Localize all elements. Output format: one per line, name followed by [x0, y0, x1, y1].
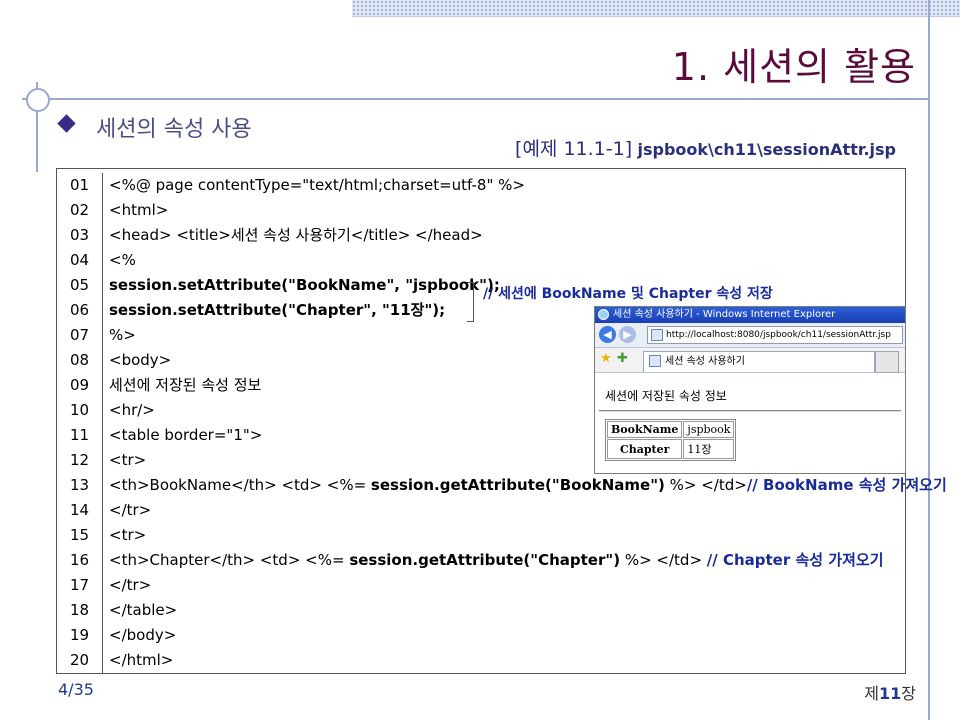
code-line-01: <%@ page contentType="text/html;charset=…: [109, 176, 525, 194]
line-number: 01: [69, 176, 90, 194]
line-number: 06: [69, 301, 90, 319]
line-number: 14: [69, 501, 90, 519]
line-number: 10: [69, 401, 90, 419]
bracket-marker: [467, 282, 474, 322]
line-number: 19: [69, 626, 90, 644]
line-number: 15: [69, 526, 90, 544]
code-line-02: <html>: [109, 201, 169, 219]
brace-comment: // 세션에 BookName 및 Chapter 속성 저장: [483, 286, 773, 302]
ie-logo-icon: [598, 309, 609, 320]
code-comment: // Chapter 속성 가져오기: [706, 551, 884, 569]
line-number: 12: [69, 451, 90, 469]
browser-content: 세션에 저장된 속성 정보 BookName jspbook Chapter 1…: [595, 373, 905, 473]
example-number: [예제 11.1-1]: [515, 138, 633, 160]
code-getattribute: session.getAttribute("BookName"): [370, 476, 665, 494]
decorative-top-band: [352, 0, 960, 17]
code-line-03: <head> <title>세션 속성 사용하기</title> </head>: [109, 226, 483, 244]
slide-title: 1. 세션의 활용: [671, 45, 916, 89]
code-text: %> </td>: [664, 476, 747, 494]
line-number: 08: [69, 351, 90, 369]
code-line-16: <th>Chapter</th> <td> <%= session.getAtt…: [109, 548, 947, 573]
code-text: <th>BookName</th> <td> <%=: [109, 476, 371, 494]
address-url: http://localhost:8080/jspbook/ch11/sessi…: [666, 330, 891, 340]
browser-address-bar: ◀ ▶ http://localhost:8080/jspbook/ch11/s…: [595, 323, 905, 348]
browser-tab[interactable]: 세션 속성 사용하기: [643, 351, 875, 372]
line-number: 13: [69, 476, 90, 494]
new-tab-button[interactable]: [875, 351, 899, 373]
browser-window-title: 세션 속성 사용하기 - Windows Internet Explorer: [613, 309, 836, 320]
example-file-path: jspbook\ch11\sessionAttr.jsp: [637, 140, 896, 159]
code-line-20: </html>: [109, 651, 174, 669]
forward-arrow-icon[interactable]: ▶: [619, 326, 636, 343]
page-icon: [649, 355, 661, 367]
back-arrow-icon[interactable]: ◀: [599, 326, 616, 343]
table-row: BookName jspbook: [607, 421, 735, 438]
decorative-circle: [26, 88, 50, 112]
chapter-number: 11: [879, 684, 902, 703]
code-line-04: <%: [109, 251, 136, 269]
code-line-13: <th>BookName</th> <td> <%= session.getAt…: [109, 473, 947, 498]
code-text: %> </td>: [620, 551, 707, 569]
horizontal-rule: [599, 410, 901, 412]
line-number: 04: [69, 251, 90, 269]
code-comment: // BookName 속성 가져오기: [746, 476, 947, 494]
attribute-table: BookName jspbook Chapter 11장: [605, 419, 737, 461]
page-heading: 세션에 저장된 속성 정보: [605, 389, 727, 403]
line-number: 18: [69, 601, 90, 619]
decorative-horizontal-line: [22, 98, 928, 100]
table-header-cell: Chapter: [607, 439, 683, 459]
chapter-prefix: 제: [864, 684, 879, 703]
table-row: Chapter 11장: [607, 439, 735, 459]
code-line-15: <tr>: [109, 526, 147, 544]
code-text: <th>Chapter</th> <td> <%=: [109, 551, 350, 569]
example-caption: [예제 11.1-1] jspbook\ch11\sessionAttr.jsp: [515, 134, 896, 161]
address-input[interactable]: http://localhost:8080/jspbook/ch11/sessi…: [647, 326, 903, 344]
browser-title-bar: 세션 속성 사용하기 - Windows Internet Explorer: [595, 307, 905, 323]
chapter-label: 제11장: [864, 680, 916, 704]
line-number: 09: [69, 376, 90, 394]
code-line-18: </table>: [109, 601, 178, 619]
line-number: 16: [69, 551, 90, 569]
table-cell: 11장: [683, 439, 735, 459]
code-line-19: </body>: [109, 626, 177, 644]
line-number: 03: [69, 226, 90, 244]
line-number: 05: [69, 276, 90, 294]
line-number: 17: [69, 576, 90, 594]
code-line-17: </tr>: [109, 576, 152, 594]
favorites-star-icon[interactable]: ★: [600, 351, 612, 366]
line-numbers: 01 02 03 04 05 06 07 08 09 10 11 12 13 1…: [57, 173, 103, 673]
slide-subtitle: 세션의 속성 사용: [96, 117, 252, 142]
browser-window: 세션 속성 사용하기 - Windows Internet Explorer ◀…: [594, 306, 906, 474]
line-number: 07: [69, 326, 90, 344]
browser-tab-bar: ★ ✚ 세션 속성 사용하기: [595, 348, 905, 373]
add-favorites-icon[interactable]: ✚: [617, 351, 628, 366]
code-getattribute: session.getAttribute("Chapter"): [349, 551, 621, 569]
page-number: 4/35: [58, 680, 94, 699]
code-line-14: </tr>: [109, 501, 152, 519]
tab-title: 세션 속성 사용하기: [665, 356, 745, 367]
chapter-suffix: 장: [901, 684, 916, 703]
line-number: 11: [69, 426, 90, 444]
line-number: 20: [69, 651, 90, 669]
line-number: 02: [69, 201, 90, 219]
diamond-bullet-icon: [57, 114, 76, 133]
page-icon: [651, 328, 663, 341]
table-cell: jspbook: [683, 421, 735, 438]
table-header-cell: BookName: [607, 421, 683, 438]
